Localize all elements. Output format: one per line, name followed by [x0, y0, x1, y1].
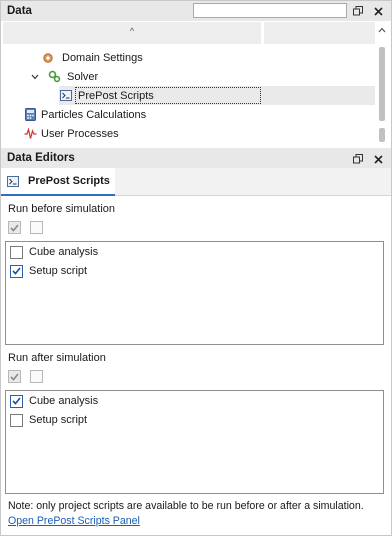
open-prepost-scripts-link[interactable]: Open PrePost Scripts Panel [8, 515, 140, 527]
scroll-up-icon[interactable] [378, 26, 386, 35]
tab-label: PrePost Scripts [28, 175, 110, 187]
tree-scrollbar[interactable] [377, 22, 388, 142]
scrollbar-thumb[interactable] [379, 47, 385, 121]
setup-script-checkbox[interactable] [10, 413, 23, 427]
user-processes-wave-icon [23, 127, 37, 141]
chevron-down-icon[interactable] [29, 74, 41, 80]
tree-column-value[interactable] [264, 22, 375, 44]
particles-calculator-icon [23, 108, 37, 122]
select-all-checkbox[interactable] [8, 370, 21, 383]
tree-item-label: User Processes [41, 127, 119, 140]
tree-item-prepost-scripts[interactable]: PrePost Scripts [59, 86, 375, 105]
list-item[interactable]: Setup script [10, 263, 87, 279]
data-panel-title: Data [7, 5, 32, 17]
tree-item-label: Domain Settings [62, 51, 143, 64]
list-item-label: Setup script [29, 414, 88, 426]
script-console-icon [59, 89, 73, 103]
tree-item-domain-settings[interactable]: Domain Settings [41, 48, 143, 67]
run-after-list: Cube analysis Setup script [5, 390, 384, 494]
select-none-checkbox[interactable] [30, 221, 43, 234]
editor-tabstrip: PrePost Scripts [1, 168, 391, 196]
sort-ascending-icon: ^ [129, 26, 135, 36]
tree-item-label: Particles Calculations [41, 108, 147, 121]
list-item[interactable]: Cube analysis [10, 244, 98, 260]
cube-analysis-checkbox[interactable] [10, 394, 23, 408]
run-before-label: Run before simulation [8, 203, 116, 215]
editors-panel-header: Data Editors [1, 148, 391, 168]
float-window-icon[interactable] [351, 152, 365, 166]
tree-item-particles-calculations[interactable]: Particles Calculations [23, 105, 146, 124]
solver-gears-icon [47, 70, 61, 84]
list-item[interactable]: Setup script [10, 412, 87, 428]
list-item-label: Setup script [29, 265, 88, 277]
run-after-label: Run after simulation [8, 352, 106, 364]
domain-settings-icon [41, 51, 55, 65]
select-none-checkbox[interactable] [30, 370, 43, 383]
close-icon[interactable] [371, 152, 385, 166]
list-item[interactable]: Cube analysis [10, 393, 98, 409]
scrollbar-track-segment[interactable] [379, 128, 385, 142]
list-item-label: Cube analysis [29, 395, 99, 407]
setup-script-checkbox[interactable] [10, 264, 23, 278]
tree-column-name[interactable]: ^ [3, 22, 261, 44]
tree-item-solver[interactable]: Solver [29, 67, 98, 86]
run-before-list: Cube analysis Setup script [5, 241, 384, 345]
data-tree: Domain Settings Solver PrePost Scripts P… [1, 44, 375, 142]
list-item-label: Cube analysis [29, 246, 99, 258]
float-window-icon[interactable] [351, 4, 365, 18]
tab-prepost-scripts[interactable]: PrePost Scripts [1, 168, 115, 196]
tree-item-focus: PrePost Scripts [75, 87, 261, 104]
tree-item-label: Solver [67, 70, 99, 83]
script-console-icon [6, 174, 20, 188]
cube-analysis-checkbox[interactable] [10, 245, 23, 259]
tree-item-user-processes[interactable]: User Processes [23, 124, 119, 142]
tree-column-header: ^ [1, 22, 375, 44]
select-all-checkbox[interactable] [8, 221, 21, 234]
data-search-input[interactable] [193, 3, 347, 18]
tree-item-label: PrePost Scripts [78, 89, 154, 102]
close-icon[interactable] [371, 4, 385, 18]
editors-panel-title: Data Editors [7, 152, 75, 164]
scripts-note: Note: only project scripts are available… [8, 500, 364, 512]
